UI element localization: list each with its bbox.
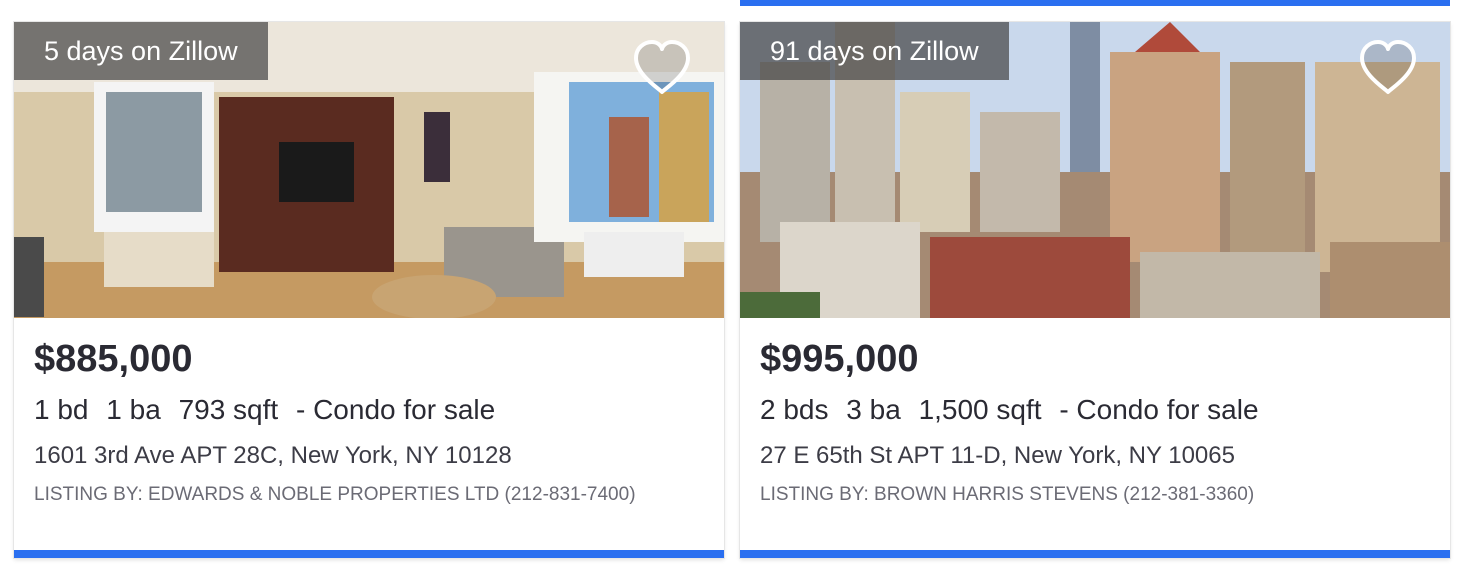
listing-address[interactable]: 27 E 65th St APT 11-D, New York, NY 1006… [760,442,1235,470]
property-type: - Condo for sale [1059,394,1259,425]
card-bottom-accent [740,550,1450,558]
sqft: 1,500 sqft [918,394,1042,425]
listing-details: 2 bds 3 ba 1,500 sqft - Condo for sale [760,394,1259,426]
listing-agent: LISTING BY: EDWARDS & NOBLE PROPERTIES L… [34,484,636,505]
listing-price: $885,000 [34,338,193,380]
listing-card[interactable]: 91 days on Zillow $995,000 2 bds 3 ba 1,… [740,22,1450,558]
listing-agent: LISTING BY: BROWN HARRIS STEVENS (212-38… [760,484,1255,505]
card-bottom-accent [14,550,724,558]
heart-icon[interactable] [630,38,694,98]
listing-price: $995,000 [760,338,919,380]
listing-address[interactable]: 1601 3rd Ave APT 28C, New York, NY 10128 [34,442,512,470]
listing-card[interactable]: 5 days on Zillow $885,000 1 bd 1 ba 793 … [14,22,724,558]
beds: 1 bd [34,394,89,425]
beds: 2 bds [760,394,829,425]
baths: 1 ba [106,394,161,425]
card-top-accent [740,0,1450,6]
listing-photo[interactable]: 91 days on Zillow [740,22,1450,318]
listing-details: 1 bd 1 ba 793 sqft - Condo for sale [34,394,495,426]
listing-photo[interactable]: 5 days on Zillow [14,22,724,318]
property-type: - Condo for sale [295,394,496,425]
sqft: 793 sqft [178,394,279,425]
heart-icon[interactable] [1356,38,1420,98]
baths: 3 ba [846,394,901,425]
days-on-zillow-badge: 91 days on Zillow [740,22,1009,80]
days-on-zillow-badge: 5 days on Zillow [14,22,268,80]
